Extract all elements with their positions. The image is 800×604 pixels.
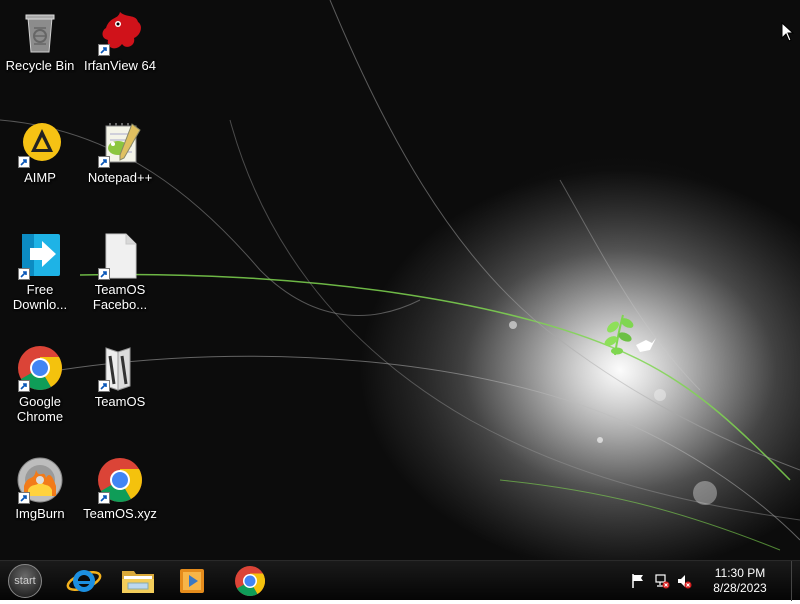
show-desktop-button[interactable]	[791, 561, 800, 601]
taskbar-file-explorer[interactable]	[112, 563, 164, 599]
shortcut-arrow-icon	[98, 44, 110, 56]
desktop-icon-label: Free Downlo...	[12, 282, 68, 312]
desktop-icon-label: Google Chrome	[16, 394, 64, 424]
desktop-icon-label: TeamOS.xyz	[83, 506, 157, 521]
folder-icon	[122, 571, 154, 593]
imgburn-icon	[16, 456, 64, 504]
action-center-flag-icon[interactable]	[630, 573, 646, 589]
shortcut-arrow-icon	[18, 156, 30, 168]
shortcut-arrow-icon	[18, 492, 30, 504]
desktop-icon-aimp[interactable]: AIMP	[0, 120, 80, 185]
file-icon	[96, 232, 144, 280]
desktop-icon-label: Recycle Bin	[5, 58, 75, 73]
desktop-icon-free-download-manager[interactable]: Free Downlo...	[0, 232, 80, 312]
desktop-icon-imgburn[interactable]: ImgBurn	[0, 456, 80, 521]
desktop-icon-label: TeamOS	[94, 394, 146, 409]
taskbar: start 11:30 PM 8/28/2023	[0, 560, 800, 601]
desktop-icon-google-chrome[interactable]: Google Chrome	[0, 344, 80, 424]
taskbar-internet-explorer[interactable]	[58, 563, 110, 599]
mouse-cursor-icon	[781, 22, 795, 42]
desktop-icon-notepadpp[interactable]: Notepad++	[80, 120, 160, 185]
shortcut-arrow-icon	[18, 268, 30, 280]
recycle-bin-icon	[16, 8, 64, 56]
volume-muted-icon[interactable]	[676, 573, 692, 589]
desktop-icon-recycle-bin[interactable]: Recycle Bin	[0, 8, 80, 73]
desktop-icon-teamos-xyz[interactable]: TeamOS.xyz	[80, 456, 160, 521]
desktop-icon-label: IrfanView 64	[83, 58, 157, 73]
system-tray: 11:30 PM 8/28/2023	[630, 561, 800, 601]
desktop-icon-teamos-facebook[interactable]: TeamOS Facebo...	[80, 232, 160, 312]
shortcut-arrow-icon	[18, 380, 30, 392]
clock-time: 11:30 PM	[714, 566, 766, 580]
start-button[interactable]: start	[8, 564, 42, 598]
desktop-icon-label: AIMP	[24, 170, 56, 185]
notepadpp-icon	[96, 120, 144, 168]
desktop-icon-teamos[interactable]: TeamOS	[80, 344, 160, 409]
chrome-icon	[16, 344, 64, 392]
network-disconnected-icon[interactable]	[654, 573, 670, 589]
shortcut-arrow-icon	[98, 268, 110, 280]
shortcut-arrow-icon	[98, 156, 110, 168]
shortcut-arrow-icon	[98, 492, 110, 504]
taskbar-clock[interactable]: 11:30 PM 8/28/2023	[700, 566, 780, 596]
teamos-folder-icon	[96, 344, 144, 392]
clock-date: 8/28/2023	[713, 581, 767, 595]
irfanview-icon	[96, 8, 144, 56]
chrome-icon	[96, 456, 144, 504]
desktop-icon-label: TeamOS Facebo...	[92, 282, 148, 312]
desktop-icon-label: Notepad++	[87, 170, 153, 185]
free-download-manager-icon	[16, 232, 64, 280]
start-label: start	[14, 575, 36, 587]
internet-explorer-icon	[66, 570, 102, 592]
desktop-icon-label: ImgBurn	[15, 506, 65, 521]
desktop[interactable]: Recycle Bin AIMP Free Downlo... Google C…	[0, 0, 800, 560]
aimp-icon	[16, 120, 64, 168]
media-player-icon	[180, 569, 204, 593]
shortcut-arrow-icon	[98, 380, 110, 392]
chrome-icon	[235, 566, 266, 597]
desktop-icon-irfanview[interactable]: IrfanView 64	[80, 8, 160, 73]
taskbar-media-player[interactable]	[166, 563, 218, 599]
taskbar-google-chrome[interactable]	[224, 563, 276, 599]
